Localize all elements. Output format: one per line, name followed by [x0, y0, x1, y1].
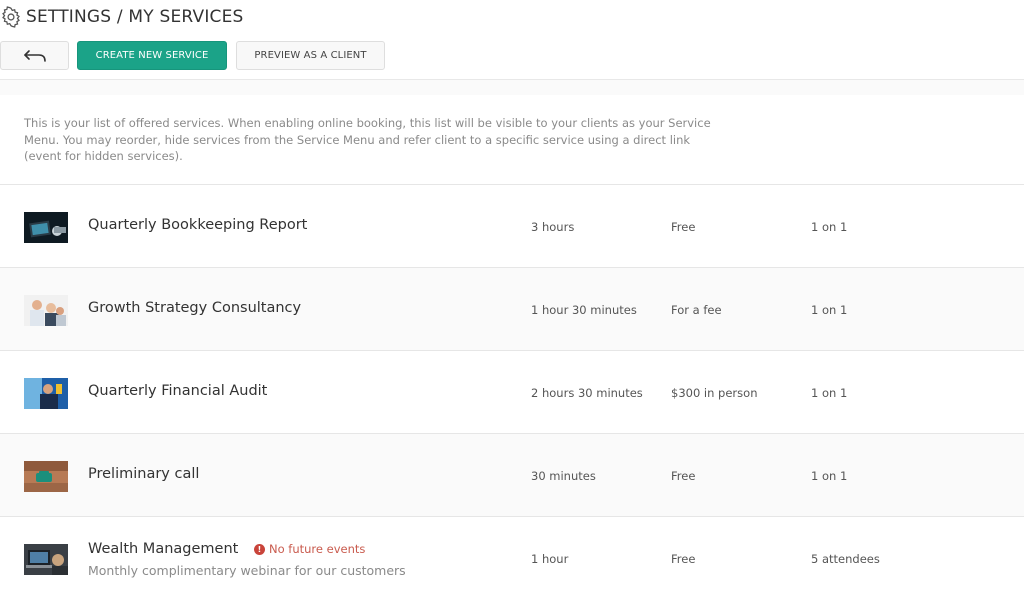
service-attendees: 1 on 1: [811, 469, 848, 483]
service-name[interactable]: Growth Strategy Consultancy: [88, 300, 301, 316]
service-price: Free: [671, 469, 696, 483]
service-image-icon: [24, 378, 68, 409]
service-row[interactable]: Quarterly Financial Audit 2 hours 30 min…: [0, 350, 1024, 433]
back-arrow-icon: [23, 49, 46, 62]
service-image-icon: [24, 295, 68, 326]
service-attendees: 5 attendees: [811, 552, 880, 566]
service-row[interactable]: Preliminary call 30 minutes Free 1 on 1: [0, 433, 1024, 516]
service-description: Monthly complimentary webinar for our cu…: [88, 563, 406, 578]
service-image-icon: [24, 461, 68, 492]
alert-icon: !: [254, 543, 265, 555]
service-duration: 2 hours 30 minutes: [531, 386, 643, 400]
page-header: SETTINGS / MY SERVICES CREATE NEW SERVIC…: [0, 0, 1024, 80]
service-name[interactable]: Quarterly Bookkeeping Report: [88, 217, 307, 233]
service-duration: 1 hour 30 minutes: [531, 303, 637, 317]
service-row[interactable]: Growth Strategy Consultancy 1 hour 30 mi…: [0, 267, 1024, 350]
service-row[interactable]: Wealth Management ! No future events Mon…: [0, 516, 1024, 590]
warning-text: No future events: [269, 542, 366, 556]
service-attendees: 1 on 1: [811, 220, 848, 234]
service-thumbnail: [24, 295, 68, 326]
service-thumbnail: [24, 544, 68, 575]
preview-as-client-button[interactable]: PREVIEW AS A CLIENT: [236, 41, 385, 70]
service-name[interactable]: Preliminary call: [88, 466, 199, 482]
service-price: For a fee: [671, 303, 722, 317]
service-thumbnail: [24, 212, 68, 243]
service-duration: 30 minutes: [531, 469, 596, 483]
service-thumbnail: [24, 461, 68, 492]
service-name[interactable]: Wealth Management: [88, 541, 238, 557]
header-divider: [0, 80, 1024, 95]
service-attendees: 1 on 1: [811, 386, 848, 400]
service-price: Free: [671, 220, 696, 234]
gear-icon: [2, 6, 20, 28]
create-new-service-button[interactable]: CREATE NEW SERVICE: [77, 41, 227, 70]
service-name[interactable]: Quarterly Financial Audit: [88, 383, 267, 399]
back-button[interactable]: [0, 41, 69, 70]
service-attendees: 1 on 1: [811, 303, 848, 317]
service-row[interactable]: Quarterly Bookkeeping Report 3 hours Fre…: [0, 184, 1024, 267]
title-row: SETTINGS / MY SERVICES: [0, 6, 244, 28]
intro-text: This is your list of offered services. W…: [24, 116, 711, 163]
service-duration: 1 hour: [531, 552, 569, 566]
no-future-events-badge: ! No future events: [254, 542, 365, 556]
service-thumbnail: [24, 378, 68, 409]
service-image-icon: [24, 544, 68, 575]
service-duration: 3 hours: [531, 220, 575, 234]
service-image-icon: [24, 212, 68, 243]
page-title: SETTINGS / MY SERVICES: [26, 7, 244, 27]
service-price: $300 in person: [671, 386, 758, 400]
service-price: Free: [671, 552, 696, 566]
